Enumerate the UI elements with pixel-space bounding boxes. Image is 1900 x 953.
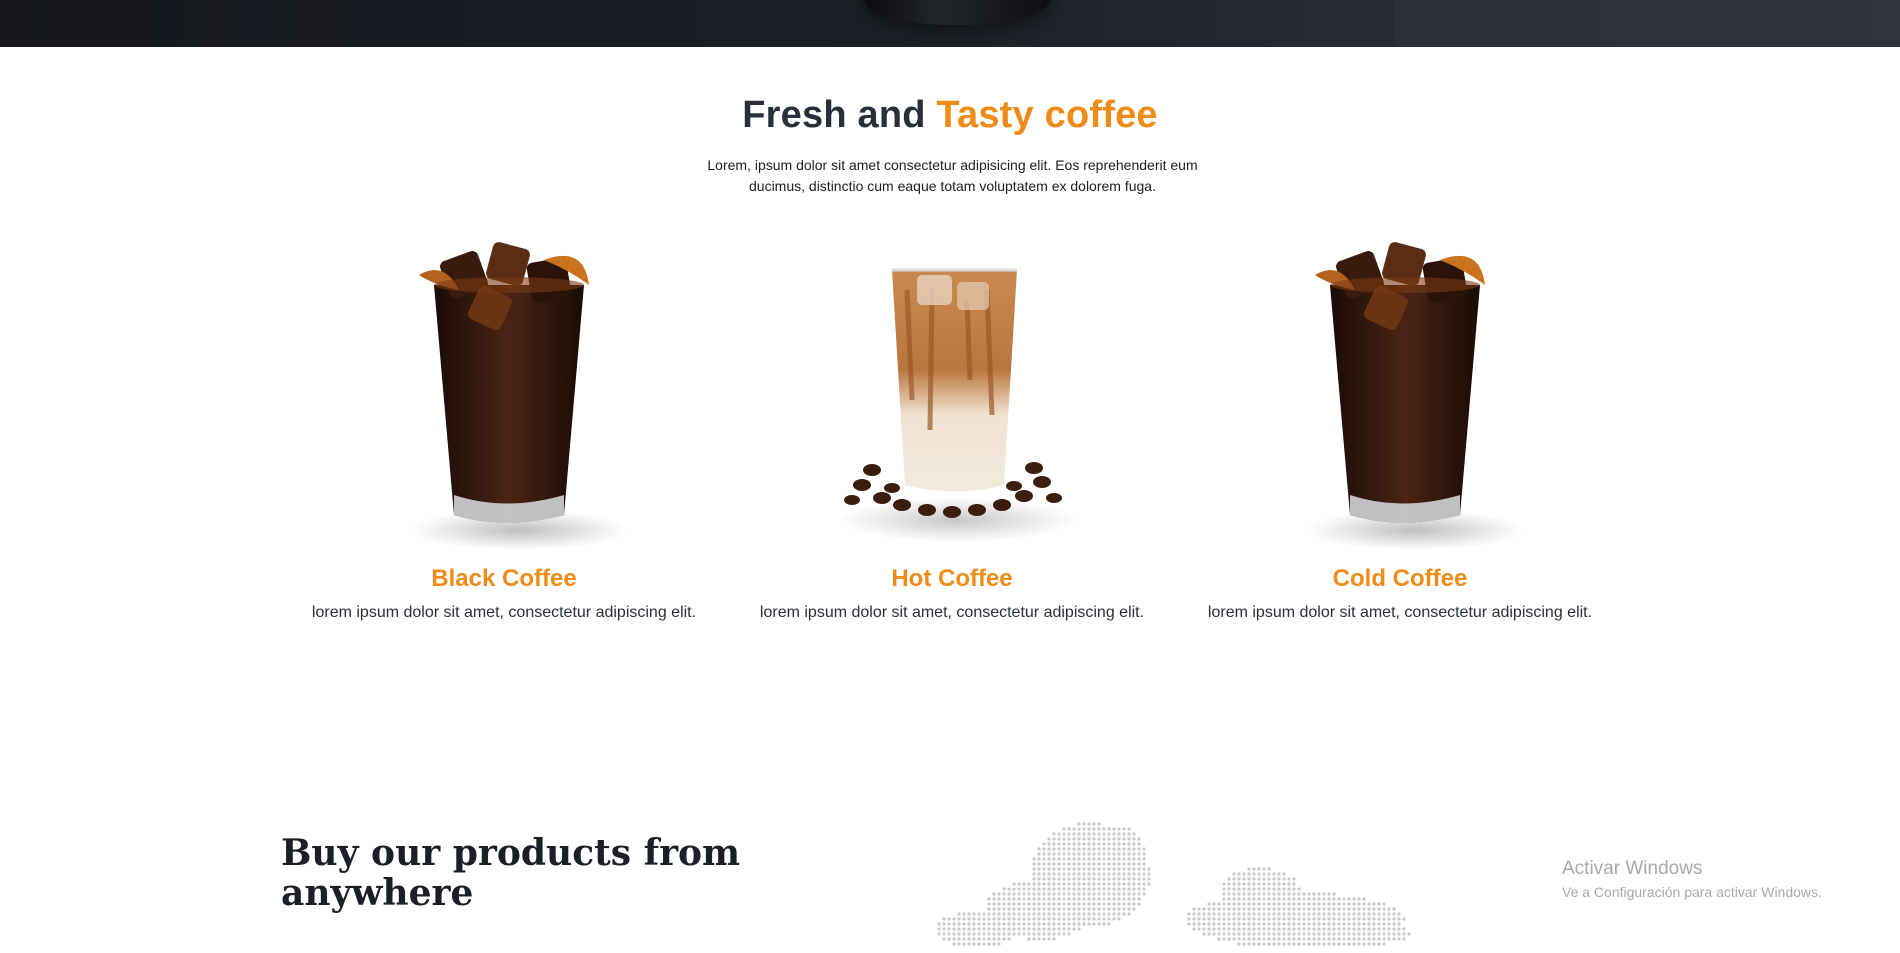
product-description: lorem ipsum dolor sit amet, consectetur …: [311, 604, 697, 621]
buy-section-heading: Buy our products from anywhere: [281, 832, 741, 914]
section-description: Lorem, ipsum dolor sit amet consectetur …: [707, 157, 1198, 194]
dotted-world-map: [930, 815, 1435, 953]
windows-activation-watermark: Activar Windows Ve a Configuración para …: [1562, 858, 1822, 900]
product-description: lorem ipsum dolor sit amet, consectetur …: [759, 604, 1145, 621]
product-card-hot-coffee: Hot Coffee lorem ipsum dolor sit amet, c…: [742, 230, 1162, 621]
product-card-cold-coffee: Cold Coffee lorem ipsum dolor sit amet, …: [1190, 230, 1610, 621]
product-image-black-coffee: [294, 230, 714, 550]
section-title-accent: Tasty coffee: [936, 94, 1158, 136]
product-image-cold-coffee: [1190, 230, 1610, 550]
product-name: Black Coffee: [431, 565, 577, 592]
section-title-main: Fresh and: [742, 94, 926, 136]
product-name: Cold Coffee: [1332, 565, 1468, 592]
hero-banner-bottom: [0, 0, 1900, 47]
product-image-hot-coffee: [742, 230, 1162, 550]
section-title: Fresh and Tasty coffee: [0, 94, 1900, 137]
hero-cup-image: [865, 0, 1050, 25]
product-card-black-coffee: Black Coffee lorem ipsum dolor sit amet,…: [294, 230, 714, 621]
product-description: lorem ipsum dolor sit amet, consectetur …: [1207, 604, 1593, 621]
product-name: Hot Coffee: [891, 565, 1013, 592]
watermark-title: Activar Windows: [1562, 858, 1703, 879]
hero-side-panel: [1395, 0, 1900, 47]
watermark-subtitle: Ve a Configuración para activar Windows.: [1562, 884, 1822, 900]
